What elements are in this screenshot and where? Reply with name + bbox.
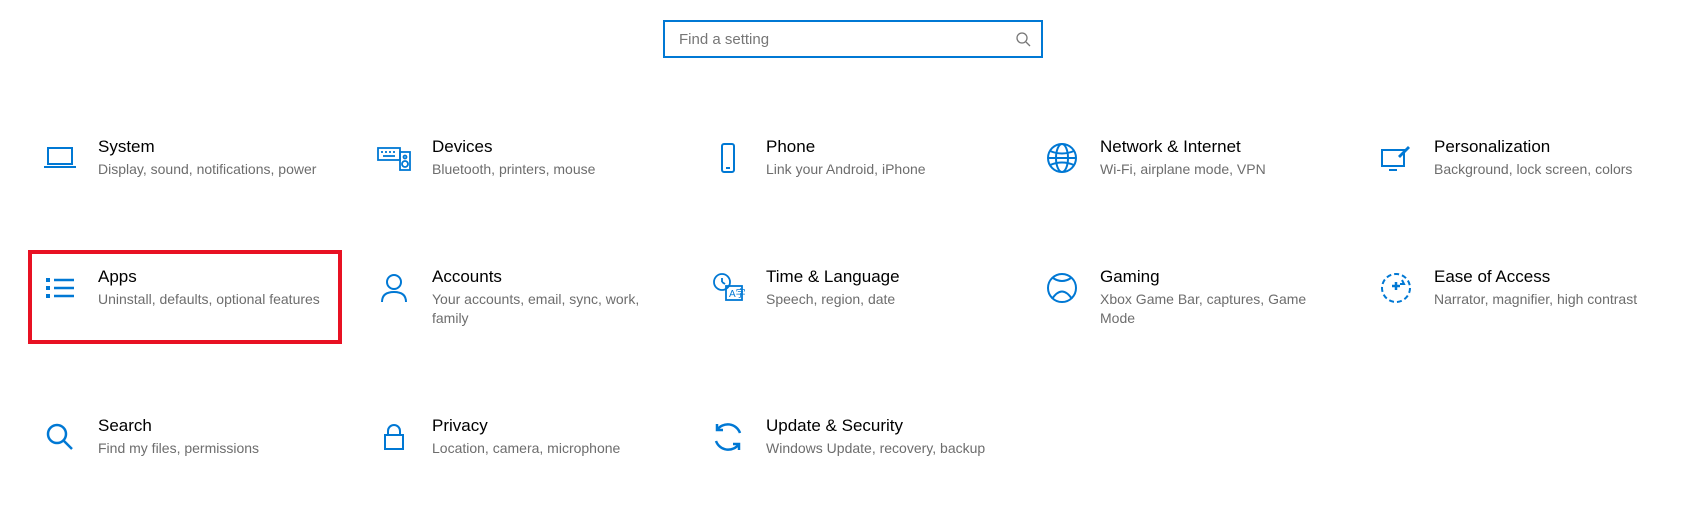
lock-icon <box>374 417 414 457</box>
tile-desc: Location, camera, microphone <box>432 439 662 458</box>
tile-title: Search <box>98 415 328 437</box>
tile-title: Devices <box>432 136 662 158</box>
tile-title: Personalization <box>1434 136 1664 158</box>
tile-desc: Your accounts, email, sync, work, family <box>432 290 662 328</box>
tile-system[interactable]: System Display, sound, notifications, po… <box>28 120 342 195</box>
tile-title: Privacy <box>432 415 662 437</box>
person-icon <box>374 268 414 308</box>
tile-desc: Background, lock screen, colors <box>1434 160 1664 179</box>
paintbrush-monitor-icon <box>1376 138 1416 178</box>
tile-desc: Xbox Game Bar, captures, Game Mode <box>1100 290 1330 328</box>
xbox-icon <box>1042 268 1082 308</box>
tile-privacy[interactable]: Privacy Location, camera, microphone <box>362 399 676 474</box>
tile-apps[interactable]: Apps Uninstall, defaults, optional featu… <box>28 250 342 344</box>
tile-update-security[interactable]: Update & Security Windows Update, recove… <box>696 399 1010 474</box>
sync-arrows-icon <box>708 417 748 457</box>
tile-desc: Display, sound, notifications, power <box>98 160 328 179</box>
tile-desc: Speech, region, date <box>766 290 996 309</box>
tile-title: System <box>98 136 328 158</box>
laptop-icon <box>40 138 80 178</box>
svg-text:A字: A字 <box>729 287 746 300</box>
tile-title: Network & Internet <box>1100 136 1330 158</box>
settings-grid: System Display, sound, notifications, po… <box>28 120 1678 474</box>
apps-list-icon <box>40 268 80 308</box>
tile-title: Apps <box>98 266 328 288</box>
tile-network[interactable]: Network & Internet Wi-Fi, airplane mode,… <box>1030 120 1344 195</box>
tile-title: Gaming <box>1100 266 1330 288</box>
tile-desc: Uninstall, defaults, optional features <box>98 290 328 309</box>
search-box[interactable] <box>663 20 1043 58</box>
phone-icon <box>708 138 748 178</box>
ease-of-access-icon <box>1376 268 1416 308</box>
tile-phone[interactable]: Phone Link your Android, iPhone <box>696 120 1010 195</box>
tile-desc: Narrator, magnifier, high contrast <box>1434 290 1664 309</box>
tile-accounts[interactable]: Accounts Your accounts, email, sync, wor… <box>362 250 676 344</box>
keyboard-speaker-icon <box>374 138 414 178</box>
globe-icon <box>1042 138 1082 178</box>
tile-title: Time & Language <box>766 266 996 288</box>
tile-desc: Wi-Fi, airplane mode, VPN <box>1100 160 1330 179</box>
search-icon <box>1015 31 1031 47</box>
tile-title: Accounts <box>432 266 662 288</box>
tile-title: Phone <box>766 136 996 158</box>
tile-title: Ease of Access <box>1434 266 1664 288</box>
clock-language-icon: A字 <box>708 268 748 308</box>
tile-desc: Find my files, permissions <box>98 439 328 458</box>
tile-devices[interactable]: Devices Bluetooth, printers, mouse <box>362 120 676 195</box>
tile-time-language[interactable]: A字 Time & Language Speech, region, date <box>696 250 1010 344</box>
tile-desc: Link your Android, iPhone <box>766 160 996 179</box>
tile-desc: Windows Update, recovery, backup <box>766 439 996 458</box>
tile-search[interactable]: Search Find my files, permissions <box>28 399 342 474</box>
tile-gaming[interactable]: Gaming Xbox Game Bar, captures, Game Mod… <box>1030 250 1344 344</box>
tile-ease-of-access[interactable]: Ease of Access Narrator, magnifier, high… <box>1364 250 1678 344</box>
tile-title: Update & Security <box>766 415 996 437</box>
tile-desc: Bluetooth, printers, mouse <box>432 160 662 179</box>
magnifier-icon <box>40 417 80 457</box>
search-input[interactable] <box>677 30 1015 49</box>
tile-personalization[interactable]: Personalization Background, lock screen,… <box>1364 120 1678 195</box>
